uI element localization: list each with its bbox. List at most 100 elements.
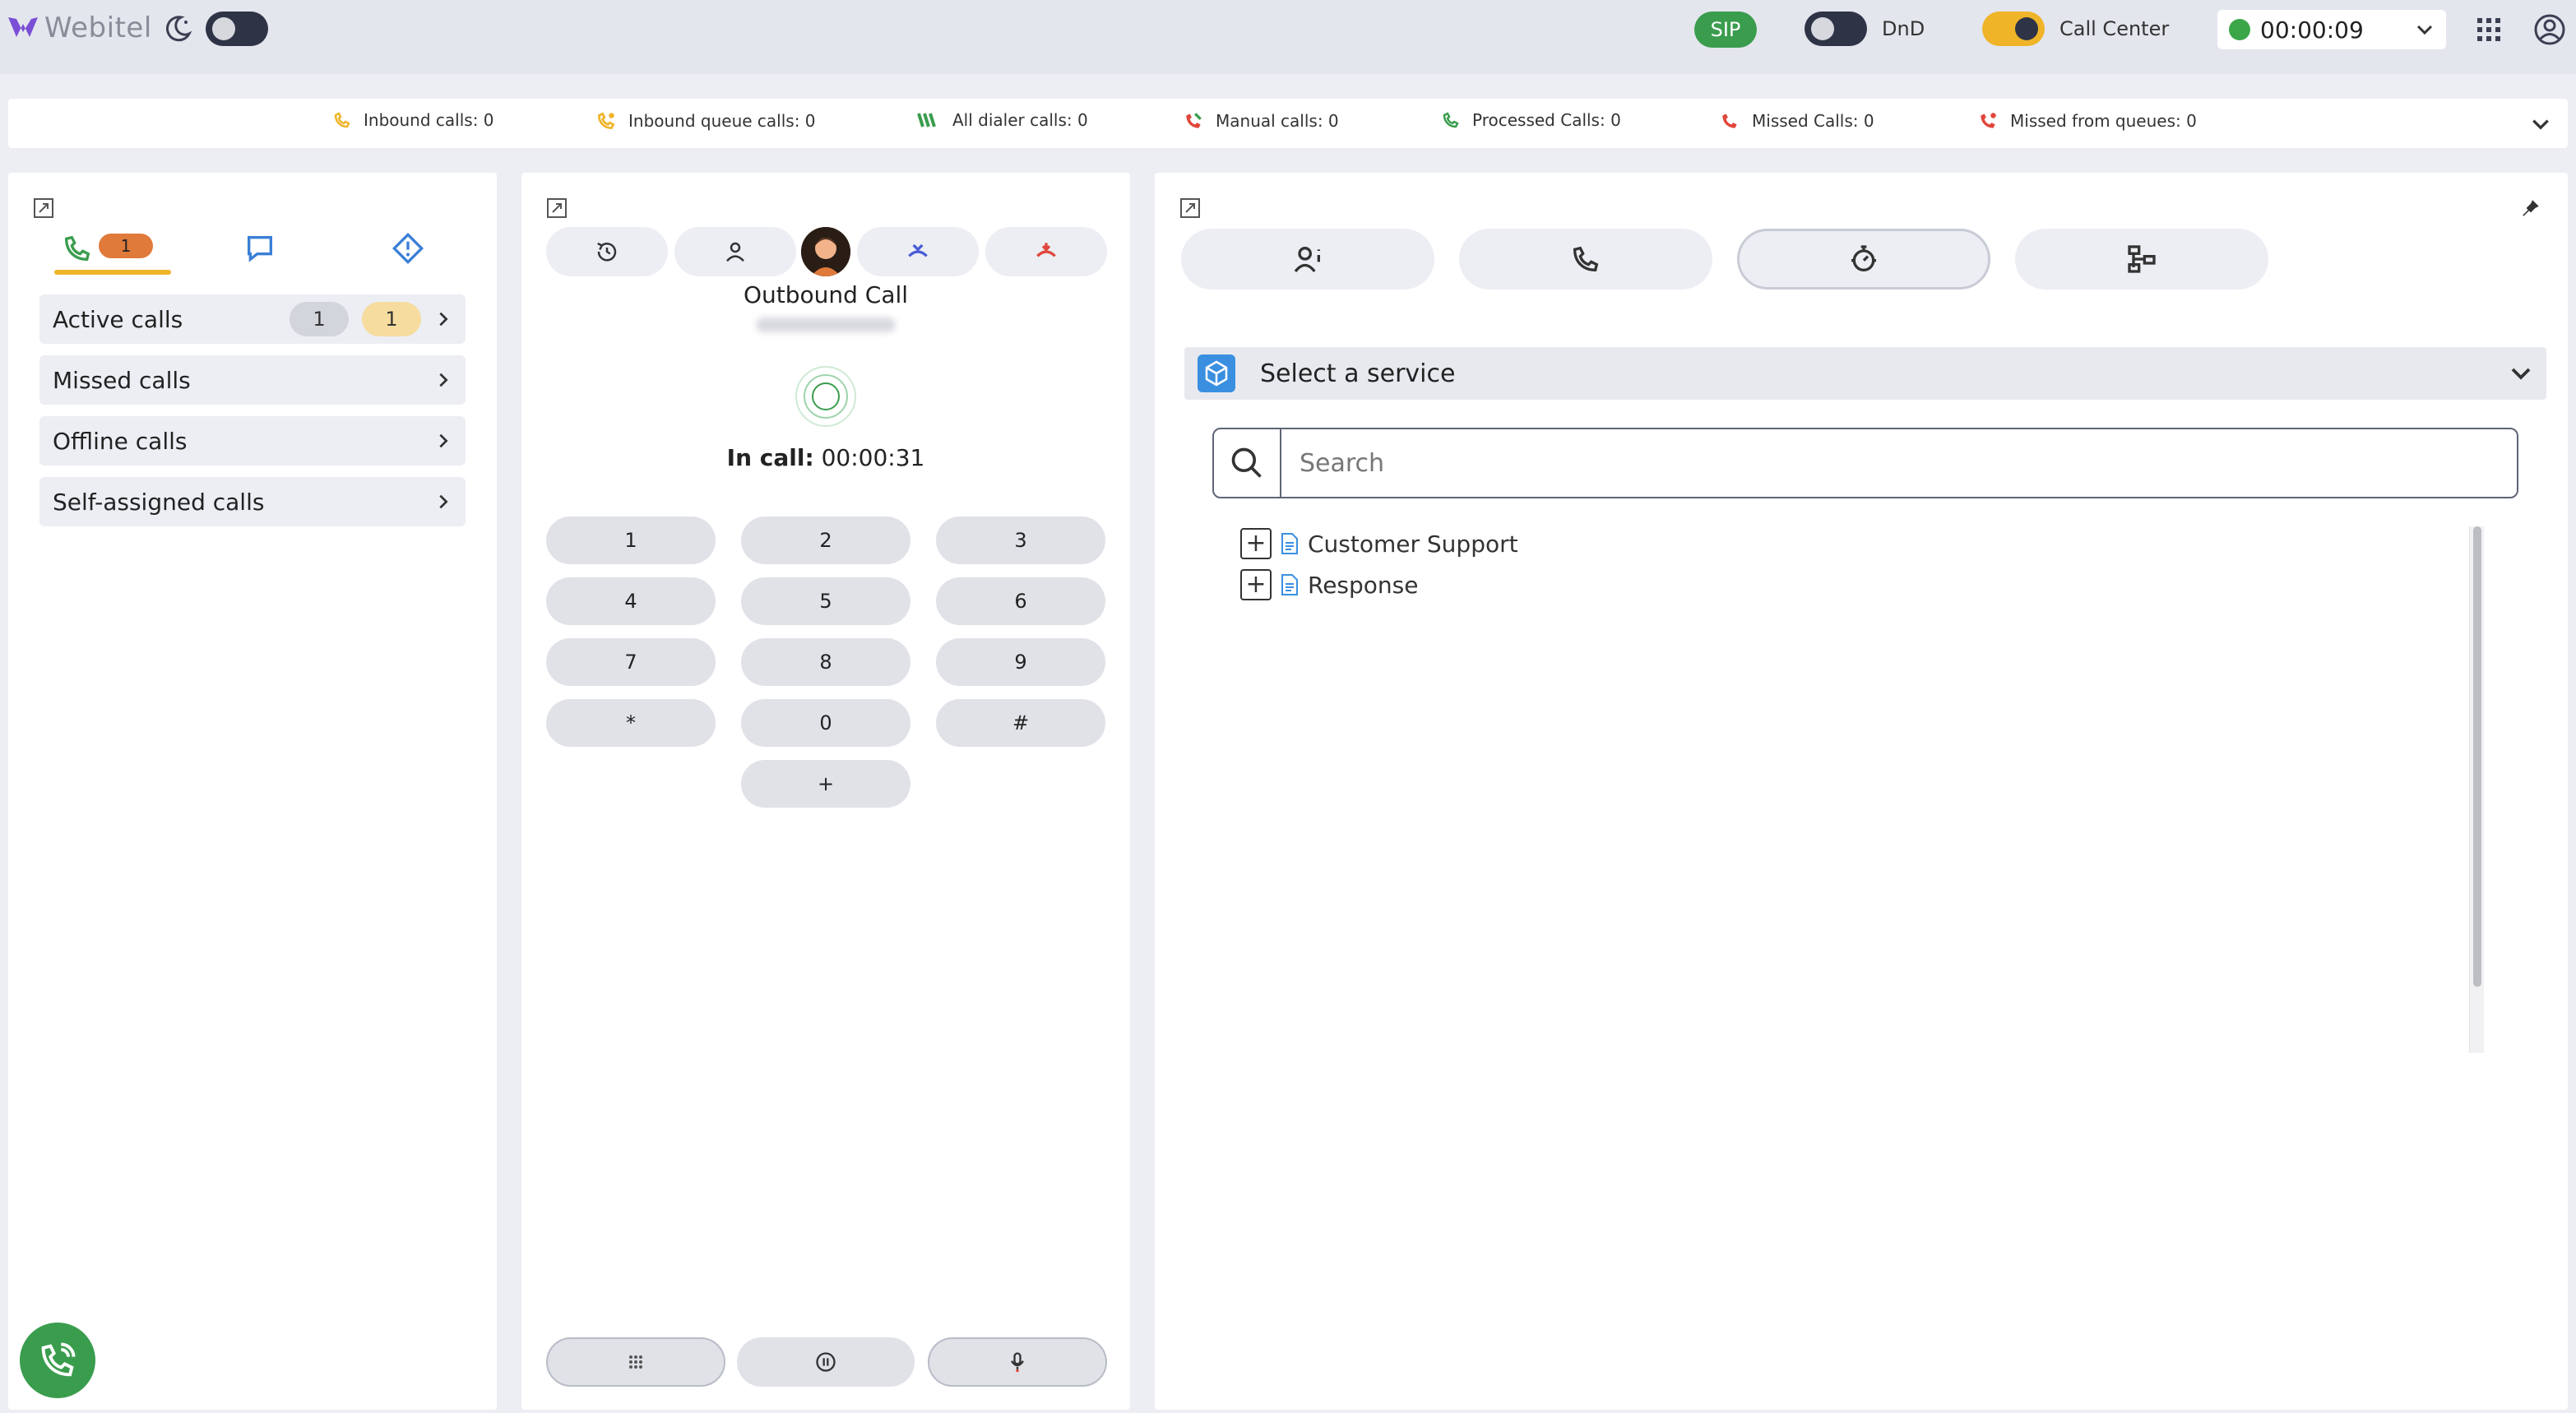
apps-grid-icon[interactable] (2476, 16, 2502, 43)
stat-label: Missed from queues: 0 (2010, 111, 2197, 131)
webitel-logo[interactable]: Webitel (7, 12, 152, 44)
stat-label: Inbound queue calls: 0 (628, 111, 816, 131)
hangup-button[interactable] (985, 227, 1107, 276)
active-calls-count: 1 (290, 302, 349, 336)
manual-call-icon (1186, 113, 1202, 128)
sip-status-badge: SIP (1694, 12, 1757, 48)
list-item-label: Active calls (53, 305, 183, 333)
mute-button[interactable] (928, 1337, 1107, 1387)
in-call-label: In call: (726, 444, 814, 471)
key-0[interactable]: 0 (741, 699, 910, 747)
call-transfer-icon (908, 243, 928, 257)
tree-scrollbar[interactable] (2469, 526, 2484, 1053)
key-2[interactable]: 2 (741, 517, 910, 564)
active-calls-queue-count: 1 (362, 302, 421, 336)
key-7[interactable]: 7 (546, 638, 716, 686)
key-1[interactable]: 1 (546, 517, 716, 564)
history-icon (597, 242, 617, 262)
expand-panel-icon[interactable] (1179, 197, 1201, 219)
processed-call-icon (1443, 112, 1459, 128)
status-indicator (2229, 19, 2250, 40)
key-6[interactable]: 6 (936, 577, 1105, 625)
call-queue-panel: 1 Active calls 1 1 Missed calls Offline … (8, 173, 497, 1410)
call-control-panel: Outbound Call In call: 00:00:31 1 2 3 4 … (521, 173, 1130, 1410)
search-input[interactable] (1281, 448, 2517, 478)
stat-missed-calls: Missed Calls: 0 (1719, 110, 1874, 132)
stat-inbound-calls: Inbound calls: 0 (332, 110, 494, 130)
in-call-timer: In call: 00:00:31 (521, 444, 1130, 471)
expand-panel-icon[interactable] (33, 197, 54, 219)
caller-number-redacted (756, 317, 896, 332)
chevron-right-icon (439, 433, 448, 448)
key-8[interactable]: 8 (741, 638, 910, 686)
stat-label: Manual calls: 0 (1216, 111, 1339, 131)
scrollbar-thumb[interactable] (2473, 526, 2481, 987)
document-icon (1281, 533, 1298, 554)
inbound-queue-icon (597, 112, 615, 130)
moon-icon (165, 16, 192, 42)
search-icon-box[interactable] (1214, 429, 1281, 497)
stat-label: All dialer calls: 0 (952, 110, 1088, 130)
chevron-right-icon (439, 312, 448, 327)
service-cube-icon (1198, 354, 1235, 392)
list-item-self-assigned-calls[interactable]: Self-assigned calls (39, 477, 466, 526)
call-stats-bar: Inbound calls: 0 Inbound queue calls: 0 … (8, 99, 2568, 148)
theme-toggle[interactable] (206, 12, 268, 46)
key-4[interactable]: 4 (546, 577, 716, 625)
key-5[interactable]: 5 (741, 577, 910, 625)
tree-item-response[interactable]: + Response (1240, 569, 1418, 600)
call-center-group: Call Center (1982, 12, 2169, 46)
call-center-toggle[interactable] (1982, 12, 2045, 46)
stat-label: Processed Calls: 0 (1472, 110, 1621, 130)
call-center-label: Call Center (2059, 17, 2170, 40)
pause-icon (816, 1352, 836, 1372)
key-star[interactable]: * (546, 699, 716, 747)
call-history-button[interactable] (546, 227, 668, 276)
tab-knowledge-base[interactable] (2015, 229, 2268, 290)
contacts-button[interactable] (674, 227, 796, 276)
list-item-offline-calls[interactable]: Offline calls (39, 416, 466, 466)
key-9[interactable]: 9 (936, 638, 1105, 686)
key-hash[interactable]: # (936, 699, 1105, 747)
user-account-icon[interactable] (2533, 13, 2566, 46)
tab-client-info[interactable] (1181, 229, 1434, 290)
new-call-button[interactable] (20, 1323, 95, 1398)
chevron-down-icon[interactable] (2530, 114, 2551, 135)
tab-call[interactable] (1459, 229, 1712, 290)
key-3[interactable]: 3 (936, 517, 1105, 564)
service-select-label: Select a service (1260, 359, 1456, 388)
agent-status-select[interactable]: 00:00:09 (2217, 10, 2446, 49)
tab-alerts-icon[interactable] (391, 232, 424, 265)
transfer-call-button[interactable] (857, 227, 979, 276)
expand-plus-icon[interactable]: + (1240, 528, 1272, 559)
tab-chats-icon[interactable] (243, 232, 276, 265)
list-item-label: Missed calls (53, 366, 191, 394)
dnd-toggle[interactable] (1805, 12, 1867, 46)
list-item-missed-calls[interactable]: Missed calls (39, 355, 466, 405)
keypad-toggle-button[interactable] (546, 1337, 725, 1387)
call-direction-title: Outbound Call (743, 281, 909, 308)
stat-inbound-queue-calls: Inbound queue calls: 0 (595, 110, 816, 132)
stat-manual-calls: Manual calls: 0 (1183, 110, 1339, 132)
tab-processing[interactable] (1737, 229, 1990, 290)
chevron-right-icon (439, 373, 448, 387)
caller-avatar (801, 227, 850, 276)
top-bar: Webitel SIP DnD Call Center 00:00:09 (0, 0, 2576, 74)
expand-plus-icon[interactable]: + (1240, 569, 1272, 600)
tab-calls-phone-icon[interactable] (61, 232, 94, 265)
stat-label: Missed Calls: 0 (1752, 111, 1874, 131)
stat-processed-calls: Processed Calls: 0 (1441, 110, 1621, 130)
pin-icon[interactable] (2520, 197, 2541, 219)
calls-tab-badge: 1 (99, 234, 153, 258)
key-plus[interactable]: + (741, 760, 910, 808)
expand-panel-icon[interactable] (546, 197, 568, 219)
client-info-icon (1294, 247, 1320, 273)
hold-button[interactable] (737, 1337, 915, 1387)
call-duration: 00:00:31 (821, 444, 925, 471)
theme-toggle-group (161, 12, 268, 46)
list-item-active-calls[interactable]: Active calls 1 1 (39, 294, 466, 344)
stat-missed-from-queues: Missed from queues: 0 (1977, 110, 2197, 132)
service-select[interactable]: Select a service (1184, 347, 2546, 400)
missed-call-icon (1722, 114, 1737, 128)
tree-item-customer-support[interactable]: + Customer Support (1240, 528, 1518, 559)
